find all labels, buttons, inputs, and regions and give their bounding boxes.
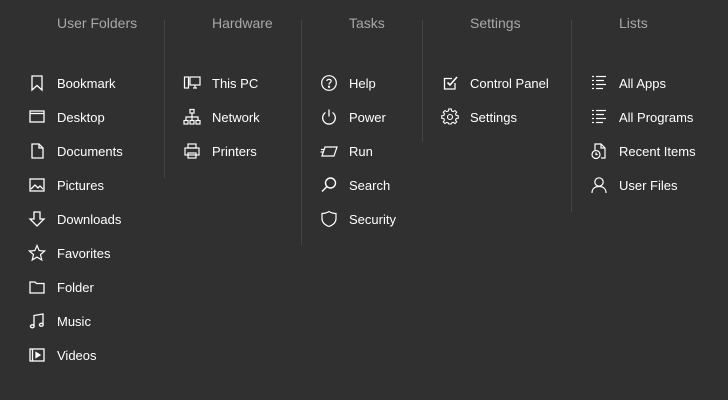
menu-item-recent-items[interactable]: Recent Items xyxy=(590,134,696,168)
menu-item-label: Help xyxy=(349,75,376,91)
column-header-user-folders: User Folders xyxy=(57,15,138,31)
menu-item-bookmark[interactable]: Bookmark xyxy=(28,66,116,100)
printer-icon xyxy=(183,142,201,160)
list-icon xyxy=(590,74,608,92)
download-icon xyxy=(28,210,46,228)
menu-item-label: Printers xyxy=(212,143,257,159)
power-icon xyxy=(320,108,338,126)
menu-item-label: Downloads xyxy=(57,211,122,227)
menu-item-label: Pictures xyxy=(57,177,104,193)
menu-item-all-apps[interactable]: All Apps xyxy=(590,66,666,100)
menu-item-label: All Apps xyxy=(619,75,666,91)
menu-item-this-pc[interactable]: This PC xyxy=(183,66,258,100)
column-header-tasks: Tasks xyxy=(349,15,385,31)
column-divider xyxy=(301,20,302,245)
menu-item-settings[interactable]: Settings xyxy=(441,100,517,134)
menu-item-label: Control Panel xyxy=(470,75,549,91)
user-icon xyxy=(590,176,608,194)
menu-item-label: Bookmark xyxy=(57,75,116,91)
menu-item-music[interactable]: Music xyxy=(28,304,91,338)
menu-item-user-files[interactable]: User Files xyxy=(590,168,678,202)
menu-item-power[interactable]: Power xyxy=(320,100,386,134)
menu-item-downloads[interactable]: Downloads xyxy=(28,202,121,236)
star-icon xyxy=(28,244,46,262)
menu-item-printers[interactable]: Printers xyxy=(183,134,257,168)
column-divider xyxy=(164,20,165,178)
search-icon xyxy=(320,176,338,194)
menu-item-folder[interactable]: Folder xyxy=(28,270,94,304)
column-header-lists: Lists xyxy=(619,15,648,31)
menu-item-label: Recent Items xyxy=(619,143,696,159)
menu-item-label: Power xyxy=(349,109,386,125)
menu-item-label: Run xyxy=(349,143,373,159)
menu-item-security[interactable]: Security xyxy=(320,202,396,236)
menu-item-videos[interactable]: Videos xyxy=(28,338,97,372)
column-divider xyxy=(571,20,572,212)
run-icon xyxy=(320,142,338,160)
menu-item-label: Desktop xyxy=(57,109,105,125)
menu-item-label: Search xyxy=(349,177,391,193)
picture-icon xyxy=(28,176,46,194)
help-icon xyxy=(320,74,338,92)
column-divider xyxy=(422,20,423,142)
start-menu-panel: User Folders Bookmark Desktop Documents … xyxy=(0,0,728,400)
document-icon xyxy=(28,142,46,160)
menu-item-run[interactable]: Run xyxy=(320,134,373,168)
menu-item-help[interactable]: Help xyxy=(320,66,376,100)
recent-icon xyxy=(590,142,608,160)
list-icon xyxy=(590,108,608,126)
column-header-settings: Settings xyxy=(470,15,521,31)
desktop-icon xyxy=(28,108,46,126)
menu-item-desktop[interactable]: Desktop xyxy=(28,100,105,134)
music-icon xyxy=(28,312,46,330)
menu-item-favorites[interactable]: Favorites xyxy=(28,236,110,270)
menu-item-label: Music xyxy=(57,313,91,329)
bookmark-icon xyxy=(28,74,46,92)
checkbox-icon xyxy=(441,74,459,92)
menu-item-label: Settings xyxy=(470,109,517,125)
menu-item-label: Network xyxy=(212,109,260,125)
shield-icon xyxy=(320,210,338,228)
menu-item-search[interactable]: Search xyxy=(320,168,390,202)
menu-item-label: Security xyxy=(349,211,396,227)
menu-item-label: Videos xyxy=(57,347,97,363)
computer-icon xyxy=(183,74,201,92)
folder-icon xyxy=(28,278,46,296)
menu-item-label: User Files xyxy=(619,177,678,193)
menu-item-label: Favorites xyxy=(57,245,111,261)
menu-item-pictures[interactable]: Pictures xyxy=(28,168,104,202)
menu-item-network[interactable]: Network xyxy=(183,100,260,134)
menu-item-all-programs[interactable]: All Programs xyxy=(590,100,693,134)
network-icon xyxy=(183,108,201,126)
menu-item-control-panel[interactable]: Control Panel xyxy=(441,66,549,100)
column-header-hardware: Hardware xyxy=(212,15,273,31)
video-icon xyxy=(28,346,46,364)
menu-item-documents[interactable]: Documents xyxy=(28,134,123,168)
gear-icon xyxy=(441,108,459,126)
menu-item-label: This PC xyxy=(212,75,259,91)
menu-item-label: All Programs xyxy=(619,109,694,125)
menu-item-label: Folder xyxy=(57,279,94,295)
menu-item-label: Documents xyxy=(57,143,123,159)
